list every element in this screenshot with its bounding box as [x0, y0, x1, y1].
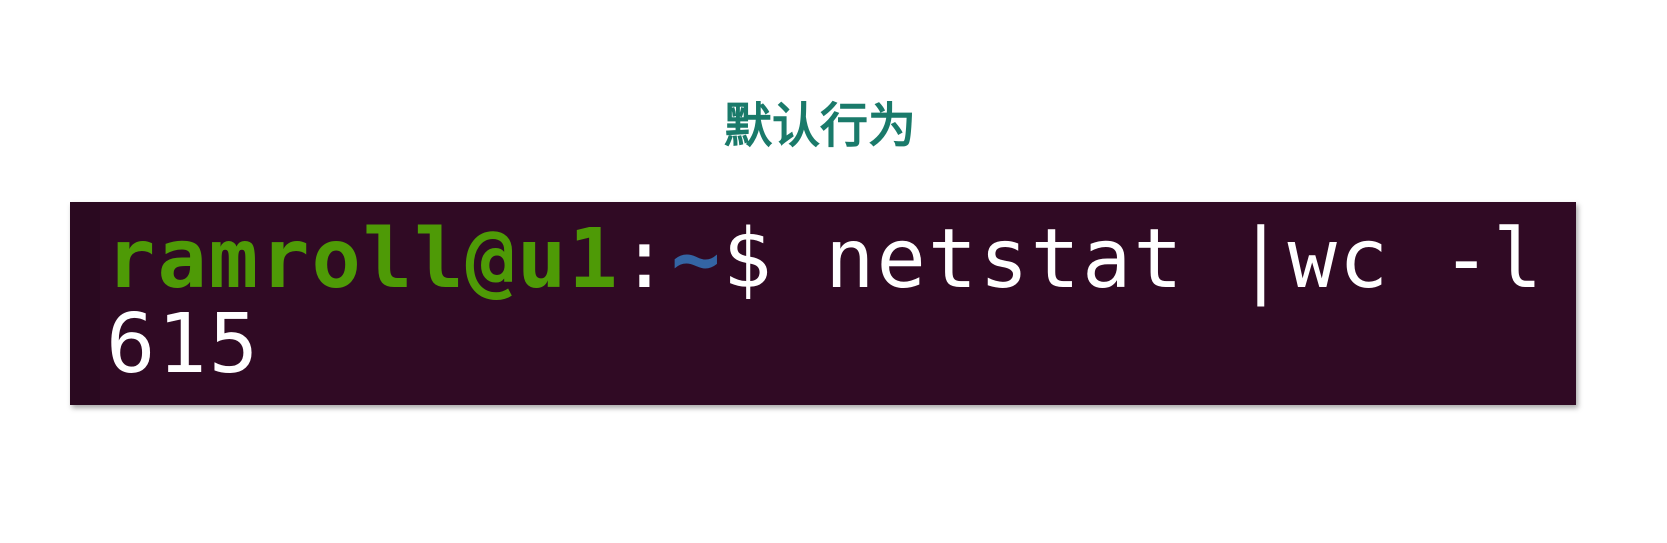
prompt-user-host: ramroll@u1 [106, 212, 620, 307]
command-line: ramroll@u1:~$ netstat |wc -l [106, 215, 1544, 305]
prompt-cwd: ~ [671, 212, 723, 307]
prompt-separator: : [619, 212, 672, 307]
command-text: netstat |wc -l [773, 212, 1545, 307]
terminal-gutter [70, 202, 100, 405]
terminal-window[interactable]: ramroll@u1:~$ netstat |wc -l 615 [70, 202, 1576, 405]
prompt-sign: $ [722, 212, 774, 307]
page-title: 默认行为 [723, 98, 916, 154]
command-output: 615 [106, 297, 261, 392]
